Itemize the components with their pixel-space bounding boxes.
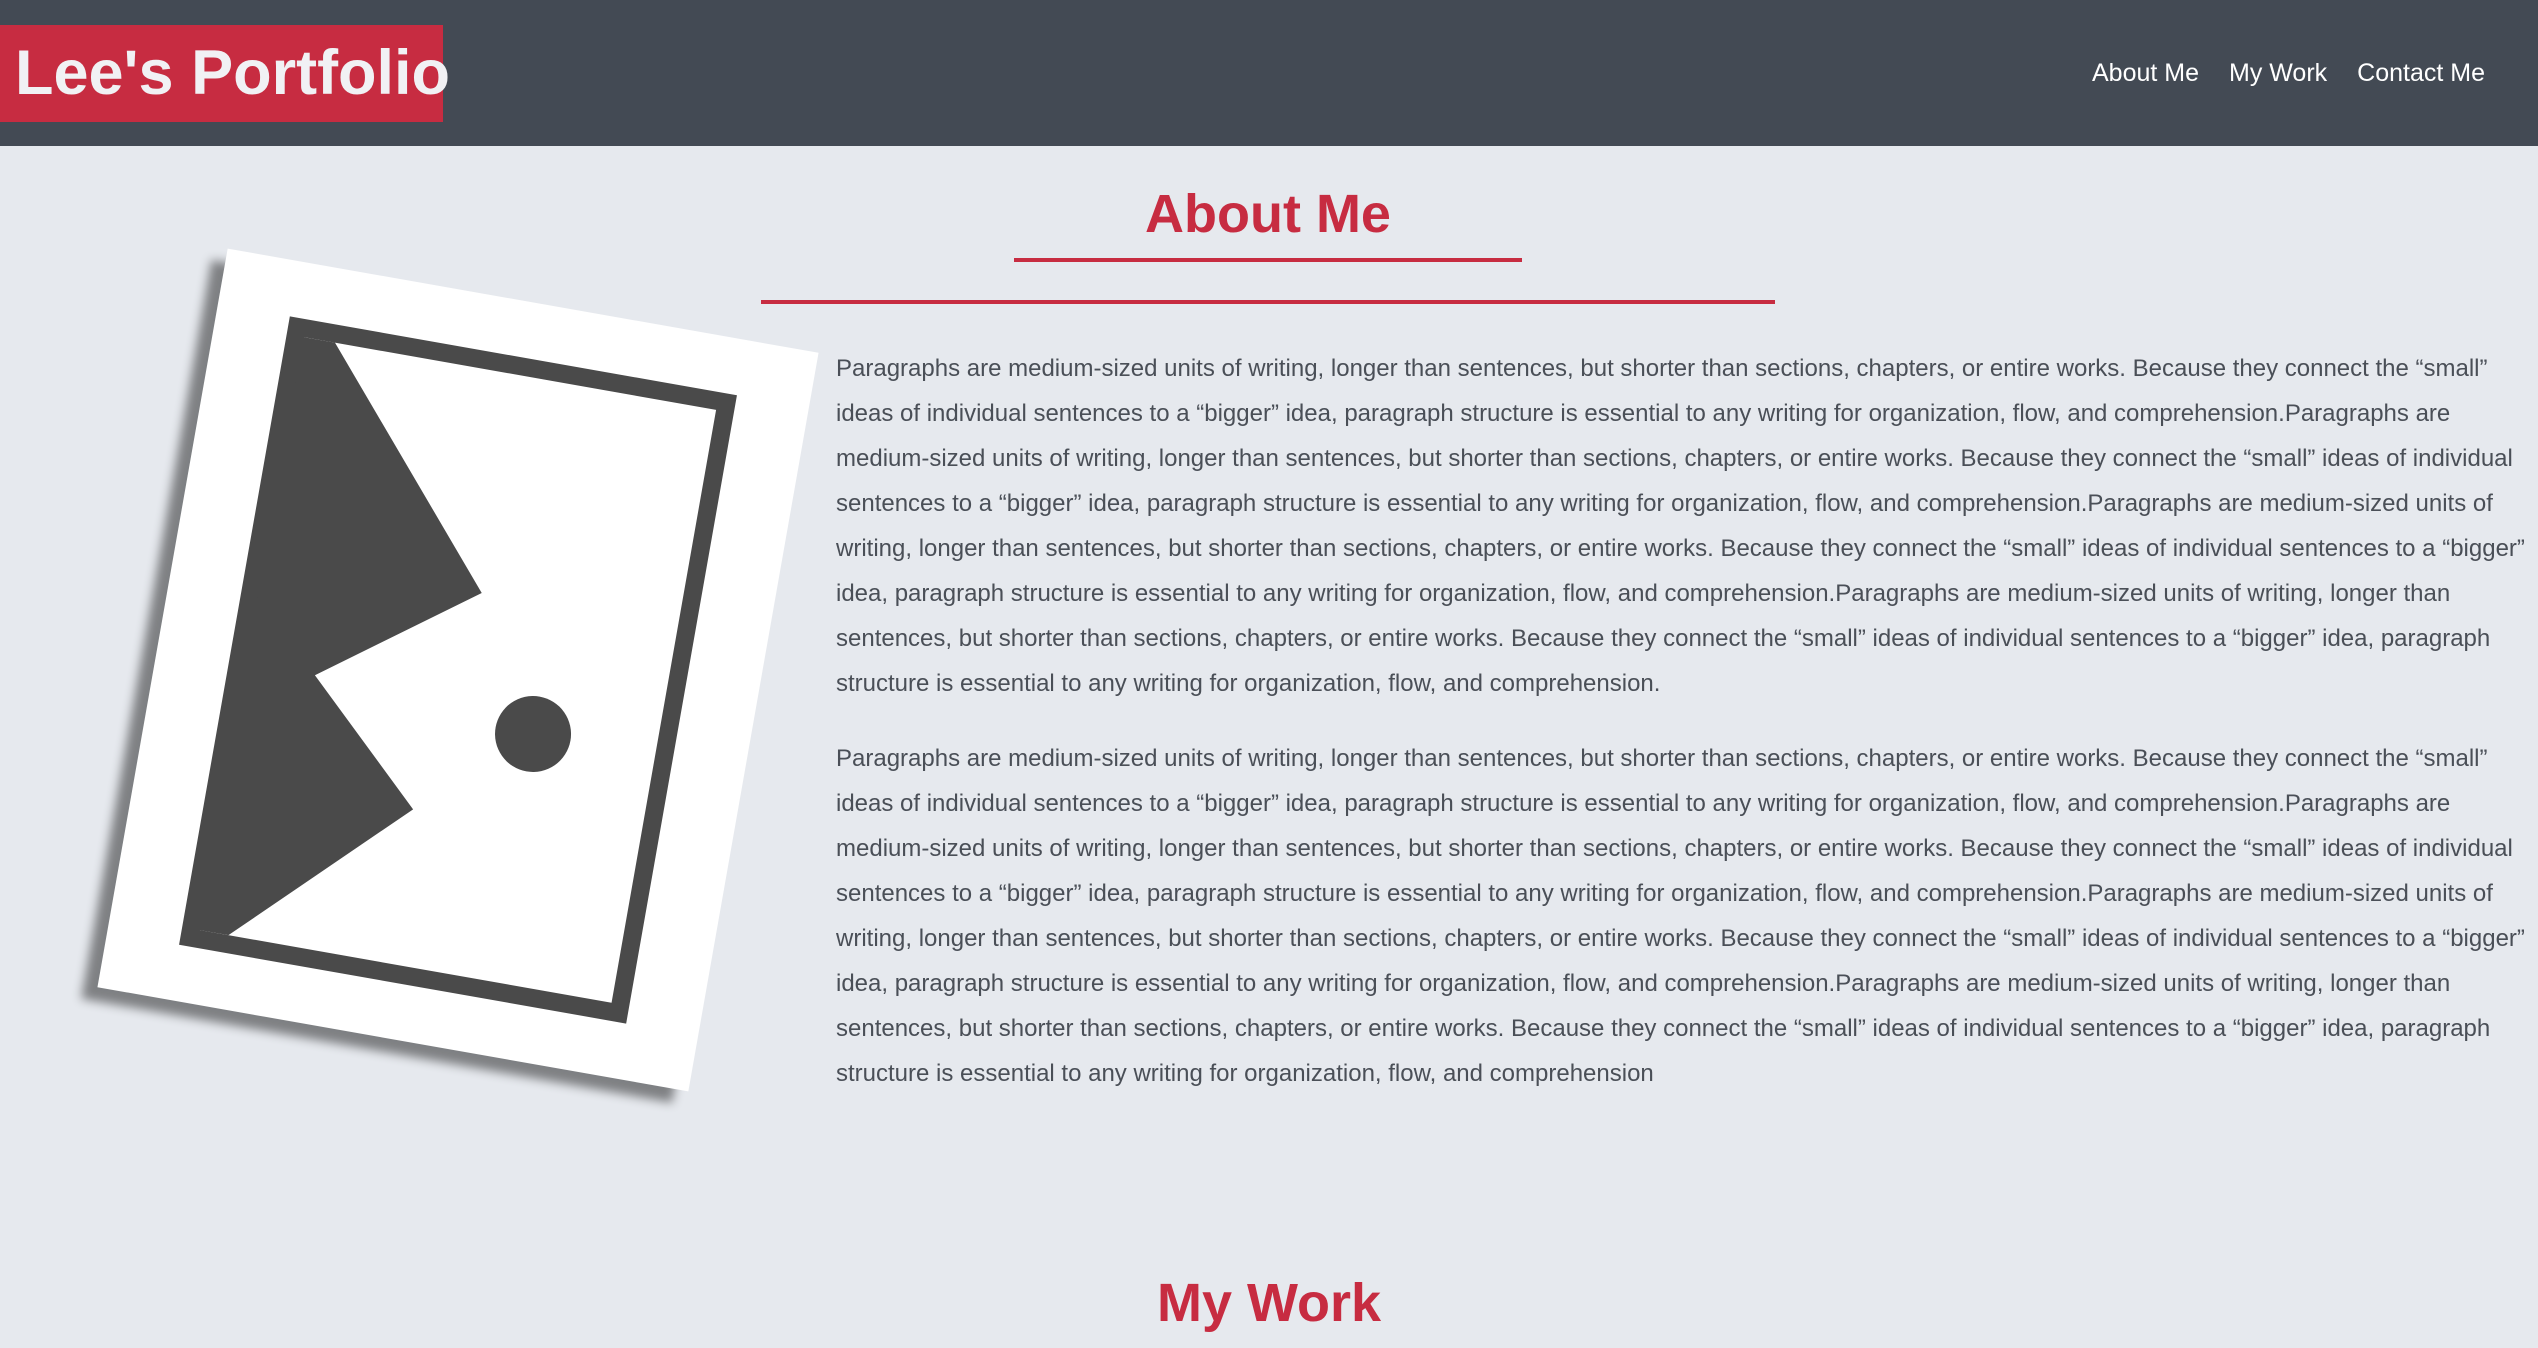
nav-link-my-work[interactable]: My Work	[2229, 59, 2327, 88]
site-header: Lee's Portfolio About Me My Work Contact…	[0, 0, 2538, 146]
about-paragraph-2: Paragraphs are medium-sized units of wri…	[836, 745, 2525, 1087]
work-section-title: My Work	[1156, 1273, 1382, 1333]
nav-link-contact-me[interactable]: Contact Me	[2357, 59, 2485, 88]
section-divider	[761, 300, 1775, 304]
image-placeholder-icon	[179, 316, 737, 1024]
title-underline	[1014, 258, 1522, 262]
about-text: Paragraphs are medium-sized units of wri…	[836, 346, 2528, 1126]
brand-logo[interactable]: Lee's Portfolio	[0, 25, 450, 122]
about-paragraph-1: Paragraphs are medium-sized units of wri…	[836, 355, 2525, 697]
about-section-title: About Me	[1145, 184, 1391, 244]
profile-photo	[97, 248, 819, 1092]
main-nav: About Me My Work Contact Me	[2092, 0, 2485, 146]
nav-link-about-me[interactable]: About Me	[2092, 59, 2199, 88]
